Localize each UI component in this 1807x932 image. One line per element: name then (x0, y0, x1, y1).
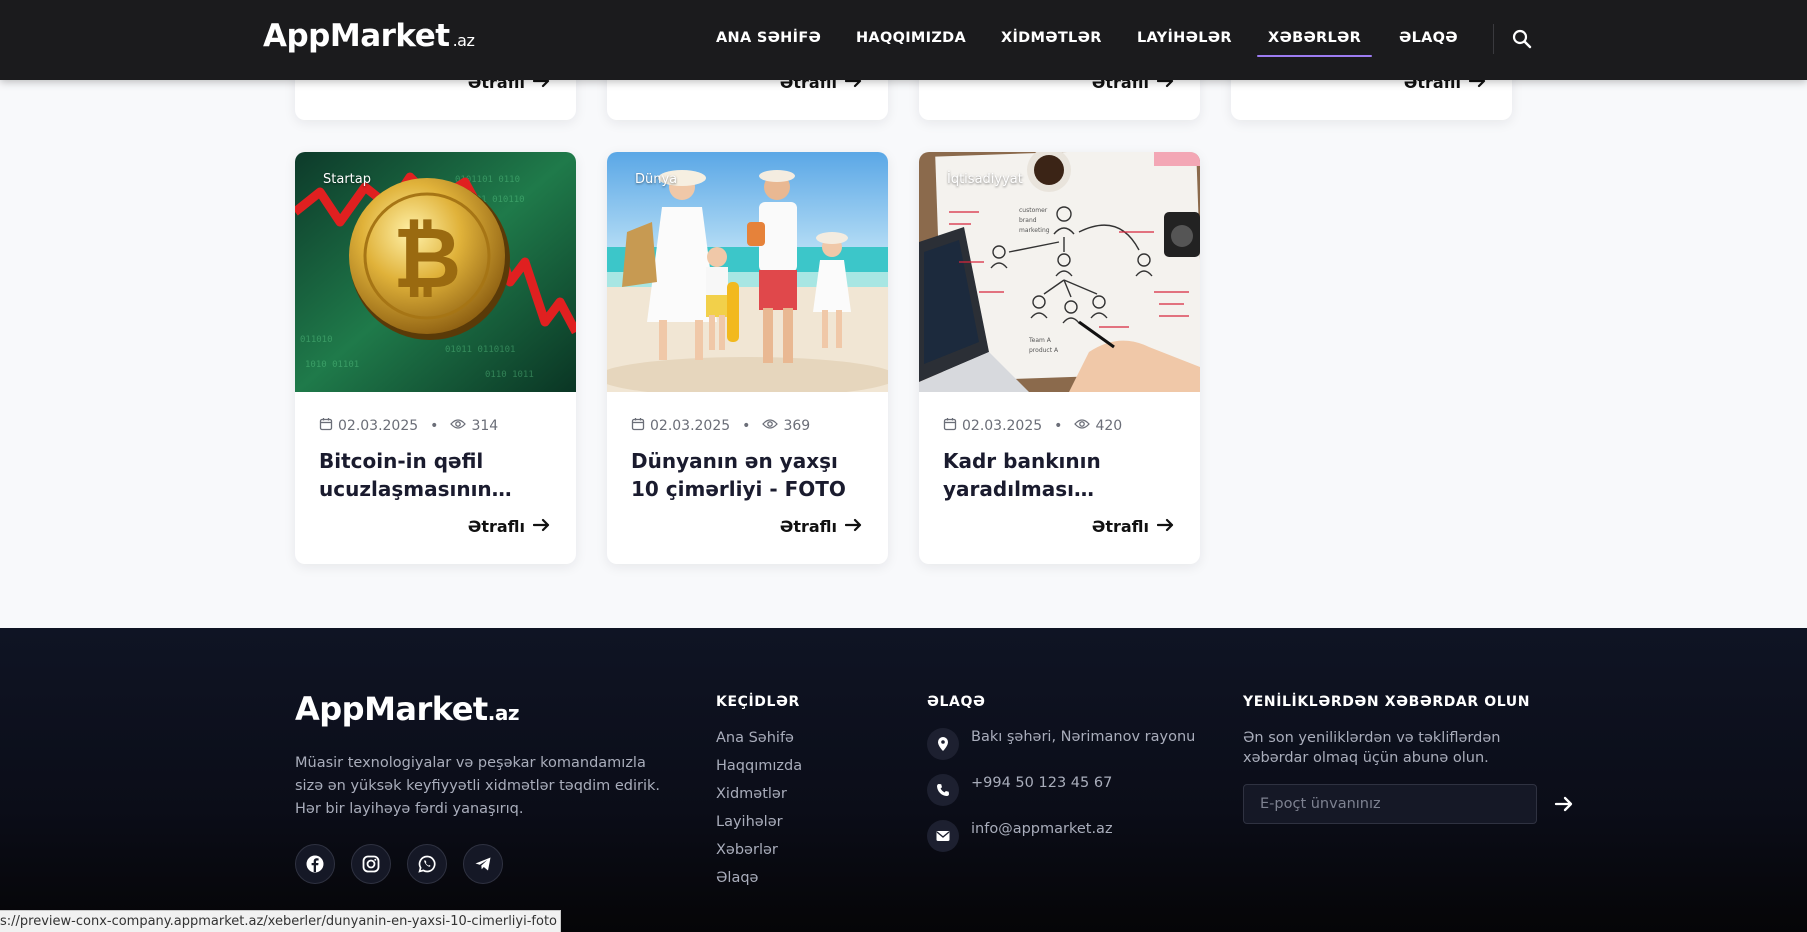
footer-link-projects[interactable]: Layihələr (716, 812, 802, 840)
news-card[interactable]: 0101101 0110 1101 010110 01011 0110101 1010… (295, 152, 576, 564)
news-image-beach[interactable]: Dünya (607, 152, 888, 392)
read-more-link[interactable]: Ətraflı (1092, 517, 1175, 536)
svg-text:0110 1011: 0110 1011 (485, 370, 534, 380)
calendar-icon (631, 417, 645, 435)
footer-link-services[interactable]: Xidmətlər (716, 784, 802, 812)
nav-item-contact[interactable]: ƏLAQƏ (1399, 30, 1458, 46)
footer-about-text: Müasir texnologiyalar və peşəkar komanda… (295, 755, 661, 817)
eye-icon (450, 418, 467, 434)
phone-icon (927, 774, 959, 806)
footer-link-news[interactable]: Xəbərlər (716, 840, 802, 868)
svg-text:product A: product A (1029, 347, 1059, 354)
news-card[interactable]: customer brand marketing Team A product A İq… (919, 152, 1200, 564)
arrow-right-icon (844, 517, 863, 536)
calendar-icon (943, 417, 957, 435)
footer-logo[interactable]: AppMarket.az (295, 690, 519, 728)
eye-icon (1074, 418, 1091, 434)
meta-separator: • (742, 418, 751, 434)
news-meta: 02.03.2025 • 314 (319, 417, 498, 435)
site-footer: AppMarket.az Müasir texnologiyalar və pe… (0, 628, 1807, 932)
meta-separator: • (1054, 418, 1063, 434)
nav-item-projects[interactable]: LAYİHƏLƏR (1137, 30, 1232, 46)
news-card[interactable]: Dünya 02.03.2025 • 369 Dünyanın ən yaxşı… (607, 152, 888, 564)
news-date: 02.03.2025 (962, 418, 1043, 434)
svg-text:customer: customer (1019, 207, 1048, 214)
whatsapp-icon[interactable] (407, 844, 447, 884)
browser-status-bar: s://preview-conx-company.appmarket.az/xe… (0, 910, 561, 932)
svg-text:Team A: Team A (1028, 337, 1052, 344)
footer-link-home[interactable]: Ana Səhifə (716, 728, 802, 756)
nav-item-news[interactable]: XƏBƏRLƏR (1256, 30, 1373, 57)
main-nav: ANA SƏHİFƏ HAQQIMIZDA XİDMƏTLƏR LAYİHƏLƏ… (0, 0, 1807, 80)
news-image-bitcoin[interactable]: 0101101 0110 1101 010110 01011 0110101 1010… (295, 152, 576, 392)
category-label: Dünya (635, 172, 678, 187)
search-icon[interactable] (1511, 28, 1533, 50)
news-title[interactable]: Bitcoin-in qəfil ucuzlaşmasının bütün sə… (319, 447, 554, 503)
site-header: AppMarket .az ANA SƏHİFƏ HAQQIMIZDA XİDMƏ… (0, 0, 1807, 80)
social-links (295, 844, 503, 884)
eye-icon (762, 418, 779, 434)
news-meta: 02.03.2025 • 369 (631, 417, 810, 435)
facebook-icon[interactable] (295, 844, 335, 884)
contact-email[interactable]: info@appmarket.az (927, 820, 1113, 852)
news-views: 314 (471, 418, 499, 434)
svg-text:01011 0110101: 01011 0110101 (445, 345, 515, 355)
arrow-right-icon (1156, 517, 1175, 536)
news-image-hr-plan[interactable]: customer brand marketing Team A product A İq… (919, 152, 1200, 392)
footer-contact-heading: ƏLAQƏ (927, 694, 986, 710)
svg-text:marketing: marketing (1019, 227, 1050, 234)
telegram-icon[interactable] (463, 844, 503, 884)
news-date: 02.03.2025 (338, 418, 419, 434)
footer-link-about[interactable]: Haqqımızda (716, 756, 802, 784)
newsletter-email-input[interactable] (1243, 784, 1537, 824)
nav-divider (1493, 24, 1494, 54)
contact-address: Bakı şəhəri, Nərimanov rayonu (927, 728, 1195, 760)
news-date: 02.03.2025 (650, 418, 731, 434)
category-label: Startap (323, 172, 371, 187)
arrow-right-icon (532, 517, 551, 536)
footer-link-contact[interactable]: Əlaqə (716, 868, 802, 896)
nav-item-home[interactable]: ANA SƏHİFƏ (716, 30, 821, 46)
meta-separator: • (430, 418, 439, 434)
nav-item-about[interactable]: HAQQIMIZDA (856, 30, 966, 46)
news-meta: 02.03.2025 • 420 (943, 417, 1122, 435)
newsletter-heading: YENİLİKLƏRDƏN XƏBƏRDAR OLUN (1243, 694, 1531, 710)
nav-item-services[interactable]: XİDMƏTLƏR (1001, 30, 1102, 46)
instagram-icon[interactable] (351, 844, 391, 884)
footer-links: Ana Səhifə Haqqımızda Xidmətlər Layihələ… (716, 728, 802, 896)
svg-text:₿: ₿ (393, 209, 461, 307)
news-views: 420 (1095, 418, 1123, 434)
mail-icon (927, 820, 959, 852)
news-title[interactable]: Dünyanın ən yaxşı 10 çimərliyi - FOTO (631, 447, 866, 503)
svg-text:011010: 011010 (300, 335, 333, 345)
calendar-icon (319, 417, 333, 435)
newsletter-text: Ən son yeniliklərdən və təkliflərdən xəb… (1243, 730, 1501, 766)
category-label: İqtisadiyyat (947, 172, 1023, 187)
svg-text:brand: brand (1019, 217, 1037, 224)
read-more-link[interactable]: Ətraflı (780, 517, 863, 536)
footer-links-heading: KEÇİDLƏR (716, 694, 800, 710)
svg-text:1010 01101: 1010 01101 (305, 360, 359, 370)
news-title[interactable]: Kadr bankının yaradılması haqqında (943, 447, 1178, 503)
contact-phone[interactable]: +994 50 123 45 67 (927, 774, 1112, 806)
location-pin-icon (927, 728, 959, 760)
news-views: 369 (783, 418, 811, 434)
read-more-link[interactable]: Ətraflı (468, 517, 551, 536)
newsletter-submit-arrow-icon[interactable] (1552, 792, 1576, 816)
